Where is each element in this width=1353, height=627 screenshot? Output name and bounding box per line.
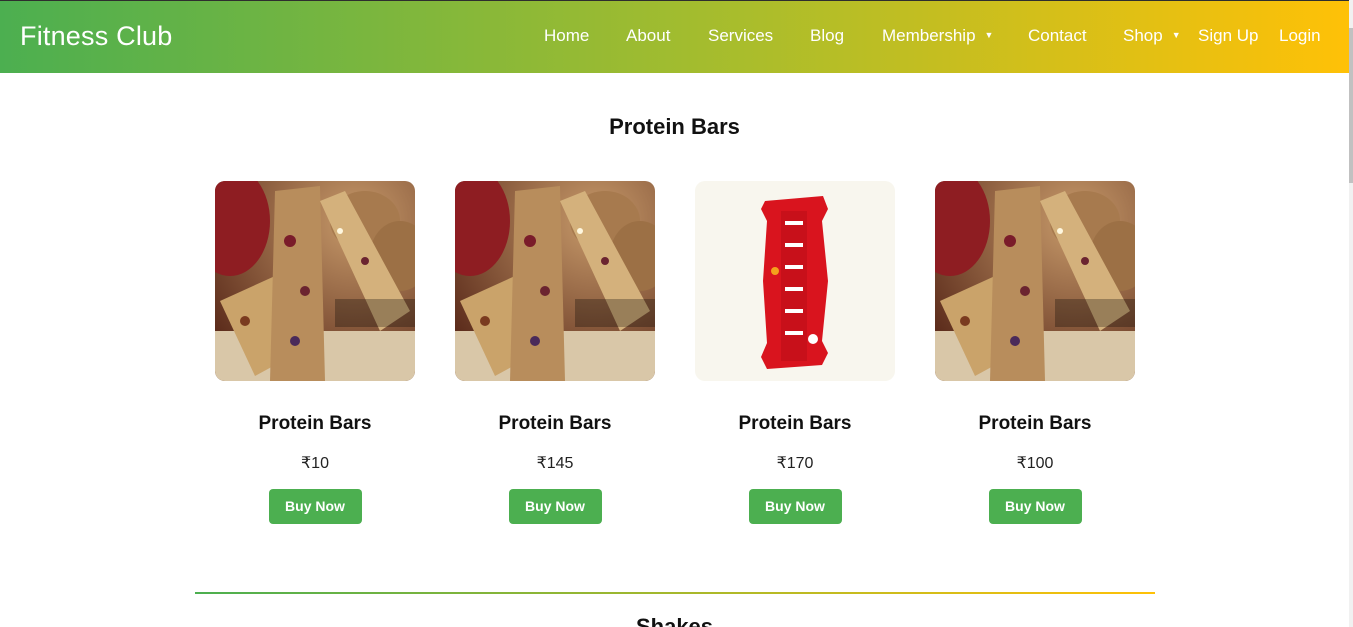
- nav-home[interactable]: Home: [544, 26, 589, 46]
- nav-login[interactable]: Login: [1279, 26, 1321, 46]
- nav-blog[interactable]: Blog: [810, 26, 844, 46]
- next-section-title: Shakes: [635, 614, 714, 627]
- nav-contact[interactable]: Contact: [1028, 26, 1087, 46]
- aloha-bar-image: [695, 181, 895, 381]
- nav-shop-dropdown[interactable]: Shop ▼: [1123, 26, 1181, 46]
- buy-now-button[interactable]: Buy Now: [748, 489, 842, 524]
- product-price: ₹10: [301, 455, 329, 472]
- section-divider: [195, 592, 1155, 594]
- scrollbar-thumb[interactable]: [1349, 28, 1353, 183]
- buy-now-button[interactable]: Buy Now: [988, 489, 1082, 524]
- nav-about[interactable]: About: [626, 26, 670, 46]
- product-name: Protein Bars: [978, 413, 1092, 434]
- nav-shop-label: Shop: [1123, 26, 1163, 45]
- product-price: ₹170: [776, 455, 814, 472]
- granola-bar-image: [455, 181, 655, 381]
- section-title: Protein Bars: [609, 114, 740, 139]
- nav-signup[interactable]: Sign Up: [1198, 26, 1258, 46]
- product-card: Protein Bars ₹100 Buy Now: [935, 181, 1135, 524]
- granola-bar-image: [935, 181, 1135, 381]
- product-card: Protein Bars ₹10 Buy Now: [215, 181, 415, 524]
- product-name: Protein Bars: [498, 413, 612, 434]
- product-name: Protein Bars: [258, 413, 372, 434]
- nav-membership-label: Membership: [882, 26, 976, 45]
- granola-bar-image: [215, 181, 415, 381]
- caret-down-icon: ▼: [984, 29, 994, 40]
- product-card: Protein Bars ₹145 Buy Now: [455, 181, 655, 524]
- buy-now-button[interactable]: Buy Now: [268, 489, 362, 524]
- product-name: Protein Bars: [738, 413, 852, 434]
- brand-logo[interactable]: Fitness Club: [20, 21, 172, 52]
- nav-membership-dropdown[interactable]: Membership ▼: [882, 26, 993, 46]
- caret-down-icon: ▼: [1171, 29, 1181, 40]
- navbar: Fitness Club Home About Services Blog Me…: [0, 0, 1349, 73]
- product-price: ₹100: [1016, 455, 1054, 472]
- product-price: ₹145: [536, 455, 574, 472]
- buy-now-button[interactable]: Buy Now: [508, 489, 602, 524]
- page-scrollbar[interactable]: [1349, 0, 1353, 627]
- product-card: Protein Bars ₹170 Buy Now: [695, 181, 895, 524]
- nav-services[interactable]: Services: [708, 26, 773, 46]
